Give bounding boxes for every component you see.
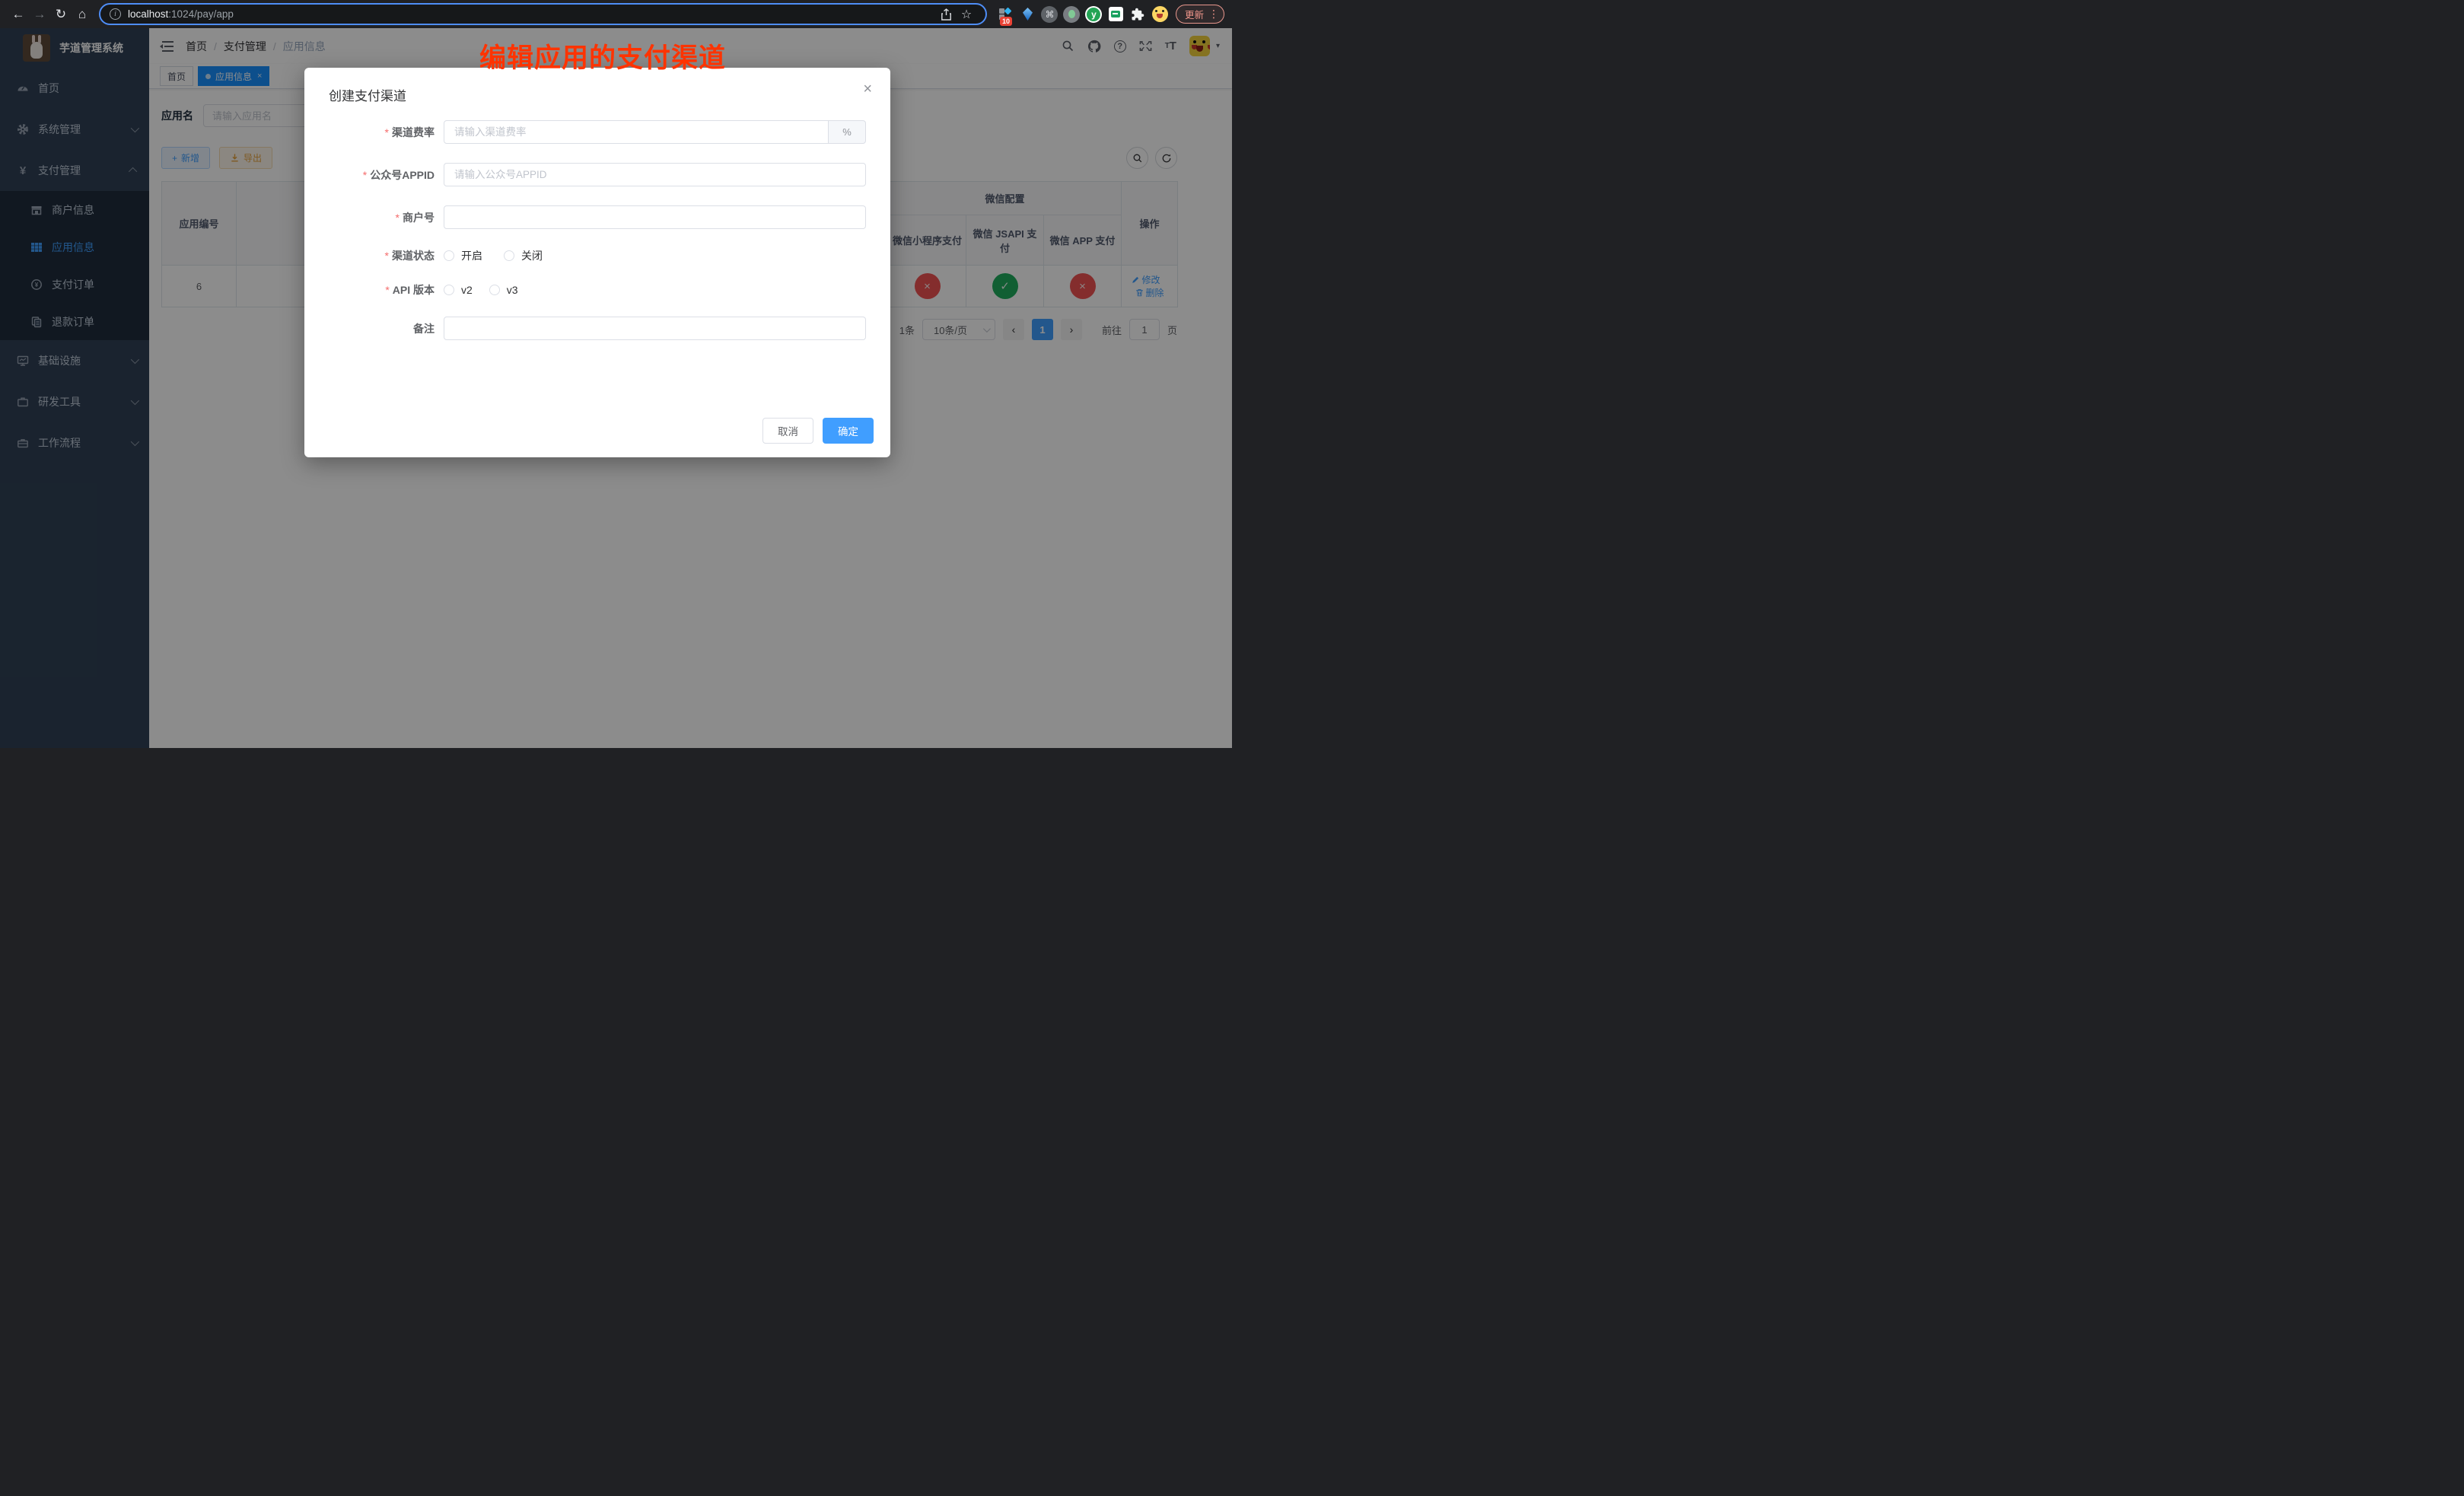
extension-record-icon[interactable] [1062, 5, 1081, 24]
share-icon[interactable] [937, 8, 957, 21]
bookmark-star-icon[interactable]: ☆ [957, 7, 976, 22]
remark-input[interactable] [444, 317, 866, 340]
required-asterisk: * [385, 284, 389, 296]
field-api-version: *API 版本 v2 v3 [304, 282, 890, 298]
dialog-close-icon[interactable]: × [863, 81, 872, 97]
status-label: *渠道状态 [304, 248, 444, 263]
rate-input[interactable] [444, 120, 829, 144]
field-status: *渠道状态 开启 关闭 [304, 248, 890, 263]
radio-status-off[interactable]: 关闭 [504, 248, 543, 263]
rate-label: *渠道费率 [304, 125, 444, 140]
browser-update-button[interactable]: 更新 ⋮ [1176, 5, 1224, 24]
radio-icon [489, 285, 500, 295]
field-appid: *公众号APPID [304, 163, 890, 186]
cancel-button[interactable]: 取消 [762, 418, 813, 444]
rate-suffix: % [829, 120, 866, 144]
url-text: localhost:1024/pay/app [128, 8, 234, 20]
site-info-icon[interactable]: i [110, 8, 121, 20]
radio-api-v2[interactable]: v2 [444, 284, 473, 296]
extension-blocks-icon[interactable]: 10 [996, 5, 1015, 24]
create-channel-dialog: 创建支付渠道 × *渠道费率 % *公众号APPID *商户号 [304, 68, 890, 457]
dialog-footer: 取消 确定 [762, 418, 874, 444]
app-viewport: 芋道管理系统 首页 系统管理 ¥ 支付管理 商户信息 [0, 28, 1232, 748]
radio-api-v3[interactable]: v3 [489, 284, 518, 296]
browser-forward-icon[interactable]: → [29, 4, 50, 25]
required-asterisk: * [363, 169, 367, 181]
dialog-form: *渠道费率 % *公众号APPID *商户号 *渠道状态 [304, 120, 890, 359]
annotation-text: 编辑应用的支付渠道 [479, 37, 726, 75]
url-host: localhost [128, 8, 168, 20]
url-path: :1024/pay/app [168, 8, 234, 20]
required-asterisk: * [385, 126, 389, 138]
required-asterisk: * [385, 250, 389, 262]
browser-home-icon[interactable]: ⌂ [72, 4, 93, 25]
appid-label: *公众号APPID [304, 167, 444, 183]
browser-menu-kebab-icon[interactable]: ⋮ [1208, 8, 1219, 21]
extension-badge: 10 [1000, 17, 1012, 26]
radio-icon [504, 250, 514, 261]
merchant-label: *商户号 [304, 210, 444, 225]
confirm-button[interactable]: 确定 [823, 418, 874, 444]
appid-input[interactable] [444, 163, 866, 186]
browser-reload-icon[interactable]: ↻ [50, 4, 72, 25]
dialog-title: 创建支付渠道 [329, 85, 406, 104]
radio-icon [444, 285, 454, 295]
extensions-puzzle-icon[interactable] [1129, 5, 1148, 24]
field-remark: 备注 [304, 317, 890, 340]
extension-chat-icon[interactable] [1106, 5, 1125, 24]
required-asterisk: * [396, 212, 400, 224]
api-version-label: *API 版本 [304, 282, 444, 298]
extension-balloon-icon[interactable] [1018, 5, 1037, 24]
radio-status-on[interactable]: 开启 [444, 248, 482, 263]
remark-label: 备注 [304, 321, 444, 336]
extension-command-icon[interactable]: ⌘ [1040, 5, 1059, 24]
browser-back-icon[interactable]: ← [8, 4, 29, 25]
radio-icon [444, 250, 454, 261]
merchant-input[interactable] [444, 205, 866, 229]
field-rate: *渠道费率 % [304, 120, 890, 144]
update-label: 更新 [1185, 7, 1204, 21]
browser-toolbar: ← → ↻ ⌂ i localhost:1024/pay/app ☆ 10 ⌘ … [0, 0, 1232, 28]
profile-emoji-icon[interactable] [1151, 5, 1170, 24]
field-merchant: *商户号 [304, 205, 890, 229]
address-bar[interactable]: i localhost:1024/pay/app ☆ [99, 3, 987, 25]
extension-y-icon[interactable]: y [1084, 5, 1103, 24]
